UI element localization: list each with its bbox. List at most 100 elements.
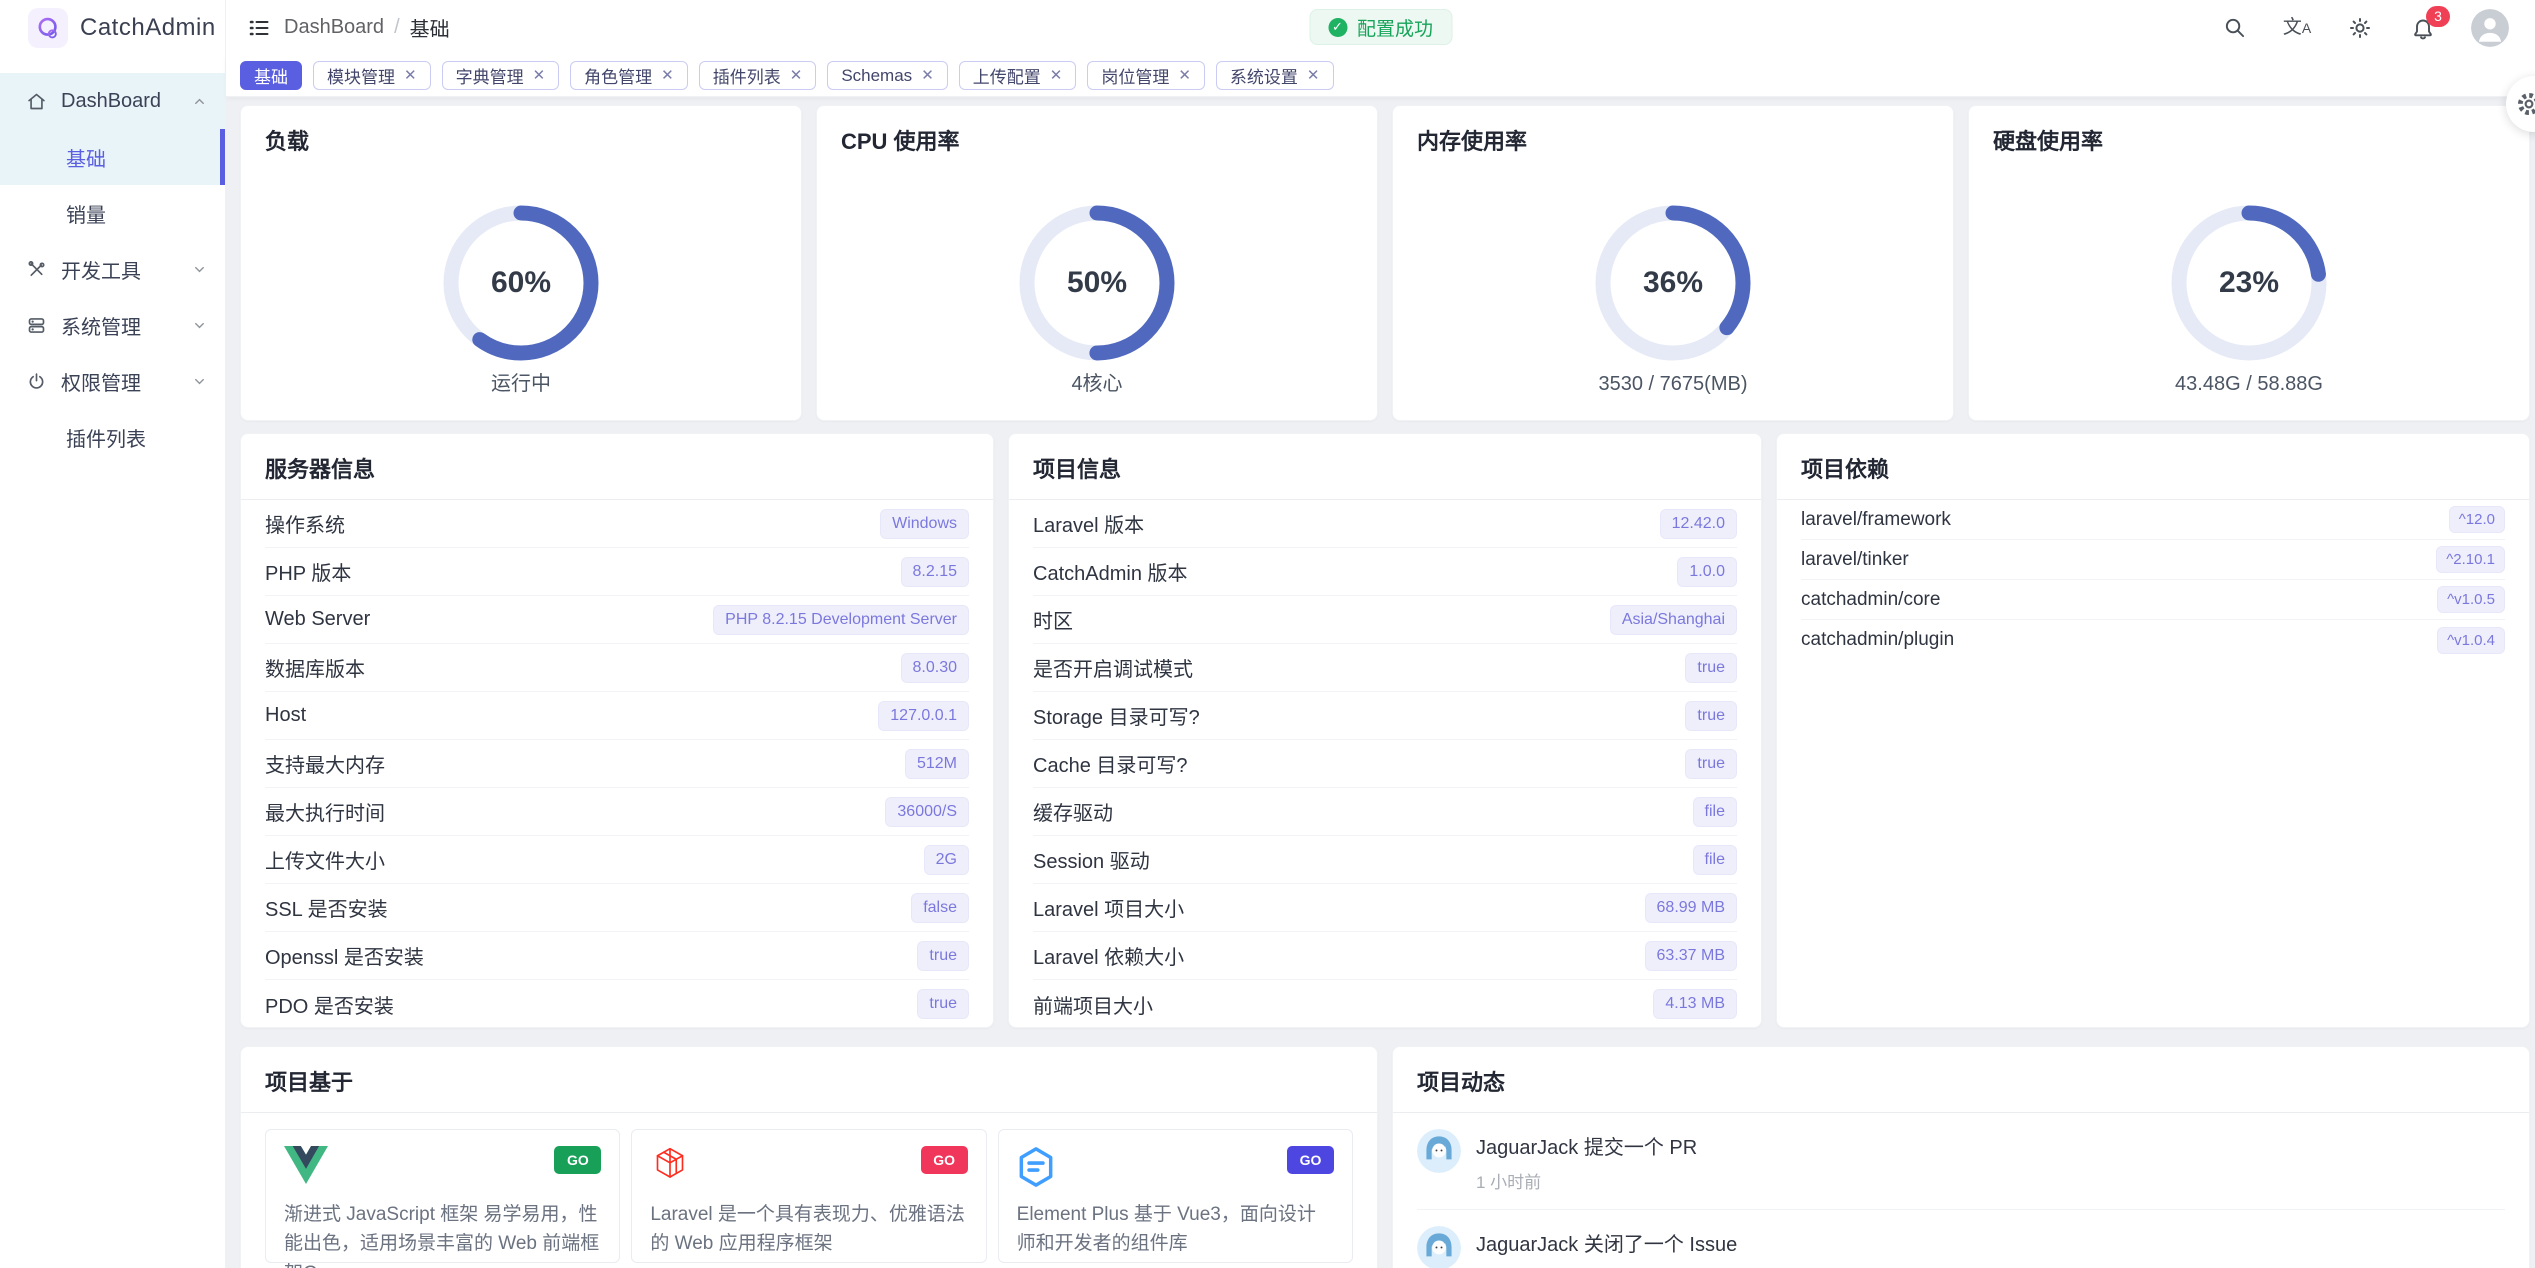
table-row: Laravel 项目大小 68.99 MB (1033, 884, 1737, 932)
row-label: catchadmin/core (1801, 589, 1940, 611)
breadcrumb-root[interactable]: DashBoard (284, 16, 384, 39)
row-value-chip: 36000/S (885, 797, 969, 827)
view-tab[interactable]: 上传配置 ✕ (959, 61, 1077, 90)
tab-label: 岗位管理 (1101, 63, 1169, 88)
table-row: Host 127.0.0.1 (265, 692, 969, 740)
row-label: laravel/tinker (1801, 549, 1909, 571)
close-icon[interactable]: ✕ (921, 68, 934, 83)
gauge-caption: 4核心 (817, 367, 1377, 396)
gauge-percent: 50% (817, 195, 1377, 371)
gauge-card: CPU 使用率 50% 4核心 (816, 105, 1378, 421)
panel-title: 项目依赖 (1777, 434, 2529, 499)
sidebar-item-permission[interactable]: 权限管理 (0, 353, 225, 409)
close-icon[interactable]: ✕ (1050, 68, 1063, 83)
chevron-down-icon (192, 262, 207, 277)
sidebar-collapse-icon[interactable] (242, 11, 276, 45)
row-label: Cache 目录可写? (1033, 749, 1188, 778)
close-icon[interactable]: ✕ (404, 68, 417, 83)
breadcrumb-separator: / (394, 16, 400, 39)
table-row: PHP 版本 8.2.15 (265, 548, 969, 596)
notifications-bell-icon[interactable]: 3 (2408, 13, 2438, 43)
row-value-chip: Windows (880, 509, 969, 539)
panel-title: 项目信息 (1009, 434, 1761, 499)
sidebar-item-label: 销量 (66, 199, 106, 228)
gauge-percent: 36% (1393, 195, 1953, 371)
home-icon (26, 91, 47, 112)
table-row: laravel/framework ^12.0 (1801, 500, 2505, 540)
go-button[interactable]: GO (554, 1146, 601, 1174)
row-value-chip: 8.0.30 (901, 653, 969, 683)
app-logo[interactable]: CatchAdmin (0, 0, 226, 55)
row-label: Laravel 版本 (1033, 509, 1144, 538)
row-label: PHP 版本 (265, 557, 351, 586)
tab-label: 角色管理 (584, 63, 652, 88)
table-row: 是否开启调试模式 true (1033, 644, 1737, 692)
close-icon[interactable]: ✕ (1178, 68, 1191, 83)
activity-text: JaguarJack 提交一个 PR (1476, 1129, 1697, 1160)
row-value-chip: 68.99 MB (1645, 893, 1737, 923)
row-label: 前端项目大小 (1033, 990, 1153, 1019)
go-button[interactable]: GO (1287, 1146, 1334, 1174)
row-value-chip: true (1685, 701, 1737, 731)
sidebar-item-system[interactable]: 系统管理 (0, 297, 225, 353)
view-tab[interactable]: Schemas ✕ (827, 61, 947, 90)
chevron-up-icon (192, 94, 207, 109)
row-value-chip: ^v1.0.5 (2437, 586, 2505, 613)
row-label: Web Server (265, 608, 370, 631)
go-button[interactable]: GO (921, 1146, 968, 1174)
close-icon[interactable]: ✕ (661, 68, 674, 83)
gauge-card: 硬盘使用率 23% 43.48G / 58.88G (1968, 105, 2530, 421)
row-label: 上传文件大小 (265, 845, 385, 874)
row-label: 数据库版本 (265, 653, 365, 682)
view-tab[interactable]: 字典管理 ✕ (442, 61, 560, 90)
list-item: JaguarJack 关闭了一个 Issue 2 小时前 (1417, 1210, 2505, 1268)
row-value-chip: true (1685, 749, 1737, 779)
view-tab[interactable]: 系统设置 ✕ (1216, 61, 1334, 90)
sidebar-item-dashboard[interactable]: DashBoard (0, 73, 225, 129)
dependencies-panel: 项目依赖 laravel/framework ^12.0 laravel/tin… (1776, 433, 2530, 1028)
view-tab[interactable]: 基础 (240, 61, 302, 90)
table-row: laravel/tinker ^2.10.1 (1801, 540, 2505, 580)
row-label: 缓存驱动 (1033, 797, 1113, 826)
row-value-chip: 512M (905, 749, 969, 779)
row-value-chip: 63.37 MB (1645, 941, 1737, 971)
view-tab[interactable]: 模块管理 ✕ (313, 61, 431, 90)
row-value-chip: 127.0.0.1 (878, 701, 969, 731)
table-row: 上传文件大小 2G (265, 836, 969, 884)
row-value-chip: true (917, 989, 969, 1019)
table-row: 时区 Asia/Shanghai (1033, 596, 1737, 644)
gear-icon (2516, 91, 2535, 117)
close-icon[interactable]: ✕ (1307, 68, 1320, 83)
row-label: laravel/framework (1801, 509, 1951, 531)
row-value-chip: file (1693, 845, 1737, 875)
based-on-panel: 项目基于 GO 渐进式 JavaScript 框架 易学易用，性能出 (240, 1046, 1378, 1268)
tab-label: 上传配置 (973, 63, 1041, 88)
top-bar: CatchAdmin DashBoard / 基础 ✓ 配置成功 文A (0, 0, 2535, 55)
theme-light-icon[interactable] (2345, 13, 2375, 43)
search-icon[interactable] (2219, 13, 2249, 43)
activity-text: JaguarJack 关闭了一个 Issue (1476, 1226, 1737, 1257)
row-value-chip: true (917, 941, 969, 971)
gauge-title: 负载 (241, 106, 801, 171)
view-tab[interactable]: 角色管理 ✕ (570, 61, 688, 90)
tab-label: Schemas (841, 66, 912, 86)
close-icon[interactable]: ✕ (790, 68, 803, 83)
row-label: 操作系统 (265, 509, 345, 538)
close-icon[interactable]: ✕ (533, 68, 546, 83)
table-row: Storage 目录可写? true (1033, 692, 1737, 740)
table-row: PDO 是否安装 true (265, 980, 969, 1028)
row-label: Laravel 项目大小 (1033, 893, 1184, 922)
sidebar-item-sales[interactable]: 销量 (0, 185, 225, 241)
toast-message: 配置成功 (1357, 14, 1433, 41)
view-tab[interactable]: 插件列表 ✕ (699, 61, 817, 90)
table-row: SSL 是否安装 false (265, 884, 969, 932)
notification-badge: 3 (2426, 6, 2450, 27)
row-value-chip: 1.0.0 (1677, 557, 1737, 587)
breadcrumb: DashBoard / 基础 (284, 13, 450, 42)
sidebar-item-devtools[interactable]: 开发工具 (0, 241, 225, 297)
translate-icon[interactable]: 文A (2282, 13, 2312, 43)
sidebar-item-plugins[interactable]: 插件列表 (0, 409, 225, 465)
sidebar-item-basic[interactable]: 基础 (0, 129, 225, 185)
view-tab[interactable]: 岗位管理 ✕ (1087, 61, 1205, 90)
user-avatar[interactable] (2471, 9, 2509, 47)
